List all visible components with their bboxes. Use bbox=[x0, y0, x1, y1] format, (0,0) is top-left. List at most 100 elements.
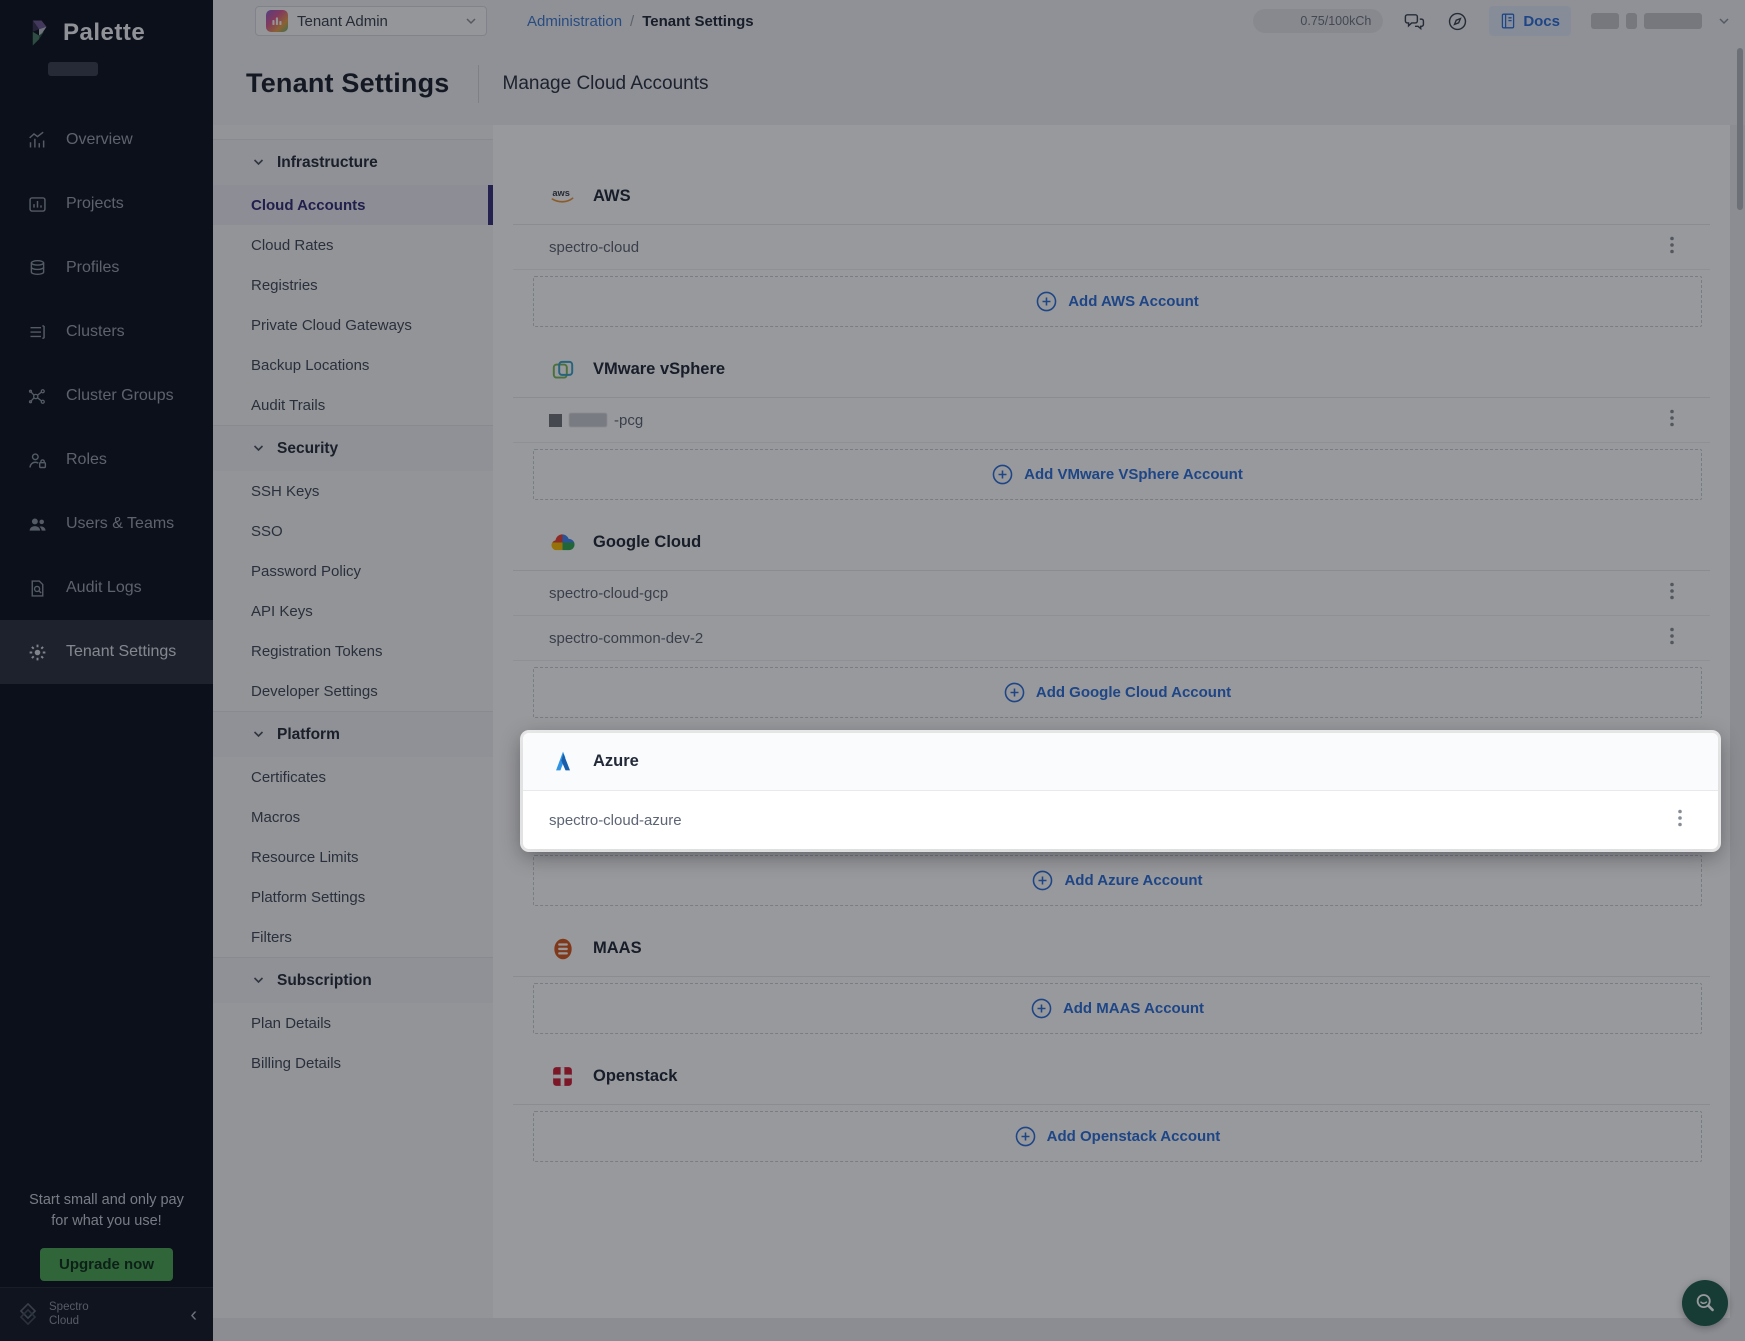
subnav-item-cloud-accounts[interactable]: Cloud Accounts bbox=[213, 185, 493, 225]
add-openstack-account-button[interactable]: Add Openstack Account bbox=[533, 1111, 1702, 1162]
sidebar-item-projects[interactable]: Projects bbox=[0, 172, 213, 236]
app-screen: Palette Overview Projects Profiles Clust… bbox=[0, 0, 1745, 1341]
chat-icon[interactable] bbox=[1403, 10, 1426, 33]
subnav-section-infrastructure[interactable]: Infrastructure bbox=[213, 139, 493, 185]
sidebar-item-roles[interactable]: Roles bbox=[0, 428, 213, 492]
project-selector[interactable]: Tenant Admin bbox=[255, 6, 487, 36]
upgrade-message-line2: for what you use! bbox=[8, 1211, 205, 1232]
gcp-section-header: Google Cloud bbox=[513, 515, 1710, 571]
breadcrumb-current: Tenant Settings bbox=[642, 13, 753, 30]
brand-name: Palette bbox=[63, 19, 145, 47]
sidebar-item-profiles[interactable]: Profiles bbox=[0, 236, 213, 300]
subnav-item-developer-settings[interactable]: Developer Settings bbox=[213, 671, 493, 711]
compass-icon[interactable] bbox=[1446, 10, 1469, 33]
add-vmware-account-button[interactable]: Add VMware VSphere Account bbox=[533, 449, 1702, 500]
kebab-menu-icon[interactable] bbox=[1672, 805, 1688, 835]
subnav-item-audit-trails[interactable]: Audit Trails bbox=[213, 385, 493, 425]
kebab-menu-icon[interactable] bbox=[1664, 623, 1680, 653]
account-row-redacted-pcg[interactable]: -pcg bbox=[513, 398, 1710, 443]
subnav-section-platform[interactable]: Platform bbox=[213, 711, 493, 757]
scrollbar-thumb[interactable] bbox=[1737, 48, 1743, 210]
kebab-menu-icon[interactable] bbox=[1664, 405, 1680, 435]
overview-icon bbox=[27, 130, 48, 151]
subnav-section-label: Infrastructure bbox=[277, 154, 378, 172]
subnav-item-registries[interactable]: Registries bbox=[213, 265, 493, 305]
usage-value: 0.75/100kCh bbox=[1300, 14, 1371, 28]
sidebar-item-users-teams[interactable]: Users & Teams bbox=[0, 492, 213, 556]
sidebar-item-label: Users & Teams bbox=[66, 515, 174, 533]
account-row-spectro-cloud-gcp[interactable]: spectro-cloud-gcp bbox=[513, 571, 1710, 616]
subnav-item-password-policy[interactable]: Password Policy bbox=[213, 551, 493, 591]
spectro-cloud-logo-icon bbox=[16, 1303, 40, 1327]
kebab-menu-icon[interactable] bbox=[1664, 232, 1680, 262]
chevron-down-icon bbox=[253, 445, 264, 452]
sidebar-item-clusters[interactable]: Clusters bbox=[0, 300, 213, 364]
subnav-item-certificates[interactable]: Certificates bbox=[213, 757, 493, 797]
sidebar-item-audit-logs[interactable]: Audit Logs bbox=[0, 556, 213, 620]
subnav-item-plan-details[interactable]: Plan Details bbox=[213, 1003, 493, 1043]
subnav-item-billing-details[interactable]: Billing Details bbox=[213, 1043, 493, 1083]
sidebar-item-tenant-settings[interactable]: Tenant Settings bbox=[0, 620, 213, 684]
users-teams-icon bbox=[27, 514, 48, 535]
upgrade-message-line1: Start small and only pay bbox=[8, 1190, 205, 1211]
redacted-user-name bbox=[1644, 13, 1702, 29]
sidebar-nav: Overview Projects Profiles Clusters Clus… bbox=[0, 108, 213, 684]
breadcrumb: Administration / Tenant Settings bbox=[527, 13, 754, 30]
topbar-actions: 0.75/100kCh Docs bbox=[1253, 6, 1729, 36]
usage-meter: 0.75/100kCh bbox=[1253, 9, 1383, 33]
sidebar-item-label: Clusters bbox=[66, 323, 125, 341]
add-aws-account-button[interactable]: Add AWS Account bbox=[533, 276, 1702, 327]
sidebar-item-overview[interactable]: Overview bbox=[0, 108, 213, 172]
sidebar-collapse-chevron[interactable]: ‹ bbox=[190, 1305, 197, 1325]
kebab-menu-icon[interactable] bbox=[1664, 578, 1680, 608]
subnav-item-label: Password Policy bbox=[251, 563, 361, 580]
account-row-spectro-common-dev-2[interactable]: spectro-common-dev-2 bbox=[513, 616, 1710, 661]
subnav-section-subscription[interactable]: Subscription bbox=[213, 957, 493, 1003]
subnav-item-registration-tokens[interactable]: Registration Tokens bbox=[213, 631, 493, 671]
gear-icon bbox=[27, 642, 48, 663]
docs-button[interactable]: Docs bbox=[1489, 6, 1571, 36]
sidebar-item-label: Projects bbox=[66, 195, 124, 213]
redacted-account-block bbox=[549, 414, 562, 427]
subnav-item-label: SSO bbox=[251, 523, 283, 540]
sidebar-item-label: Audit Logs bbox=[66, 579, 142, 597]
sidebar-item-cluster-groups[interactable]: Cluster Groups bbox=[0, 364, 213, 428]
account-row-spectro-cloud-azure[interactable]: spectro-cloud-azure bbox=[523, 791, 1718, 849]
svg-text:aws: aws bbox=[552, 189, 570, 199]
chevron-down-icon bbox=[253, 731, 264, 738]
search-fab-button[interactable] bbox=[1682, 1280, 1728, 1326]
add-azure-account-button[interactable]: Add Azure Account bbox=[533, 855, 1702, 906]
openstack-icon bbox=[549, 1063, 576, 1090]
plus-circle-icon bbox=[992, 464, 1013, 485]
user-menu[interactable] bbox=[1591, 13, 1729, 29]
subnav-section-security[interactable]: Security bbox=[213, 425, 493, 471]
magnifier-smile-icon bbox=[1692, 1290, 1718, 1316]
subnav-item-label: Audit Trails bbox=[251, 397, 325, 414]
plus-circle-icon bbox=[1032, 870, 1053, 891]
add-account-label: Add Azure Account bbox=[1064, 872, 1202, 889]
subnav-item-label: Developer Settings bbox=[251, 683, 378, 700]
subnav-item-label: Registries bbox=[251, 277, 318, 294]
subnav-item-api-keys[interactable]: API Keys bbox=[213, 591, 493, 631]
subnav-item-resource-limits[interactable]: Resource Limits bbox=[213, 837, 493, 877]
subnav-item-private-cloud-gateways[interactable]: Private Cloud Gateways bbox=[213, 305, 493, 345]
vmware-section-header: VMware vSphere bbox=[513, 342, 1710, 398]
subnav-item-cloud-rates[interactable]: Cloud Rates bbox=[213, 225, 493, 265]
subnav-item-platform-settings[interactable]: Platform Settings bbox=[213, 877, 493, 917]
breadcrumb-administration[interactable]: Administration bbox=[527, 13, 622, 30]
add-maas-account-button[interactable]: Add MAAS Account bbox=[533, 983, 1702, 1034]
subnav-item-backup-locations[interactable]: Backup Locations bbox=[213, 345, 493, 385]
subnav-item-sso[interactable]: SSO bbox=[213, 511, 493, 551]
page-subtitle: Manage Cloud Accounts bbox=[503, 73, 709, 95]
brand-logo: Palette bbox=[0, 0, 213, 50]
account-name: spectro-cloud bbox=[549, 239, 639, 256]
account-row-spectro-cloud[interactable]: spectro-cloud bbox=[513, 225, 1710, 270]
upgrade-now-button[interactable]: Upgrade now bbox=[40, 1248, 173, 1281]
account-name: spectro-common-dev-2 bbox=[549, 630, 703, 647]
add-gcp-account-button[interactable]: Add Google Cloud Account bbox=[533, 667, 1702, 718]
subnav-item-macros[interactable]: Macros bbox=[213, 797, 493, 837]
subnav-item-ssh-keys[interactable]: SSH Keys bbox=[213, 471, 493, 511]
subnav-item-filters[interactable]: Filters bbox=[213, 917, 493, 957]
sidebar-item-label: Profiles bbox=[66, 259, 119, 277]
sidebar-item-label: Overview bbox=[66, 131, 133, 149]
